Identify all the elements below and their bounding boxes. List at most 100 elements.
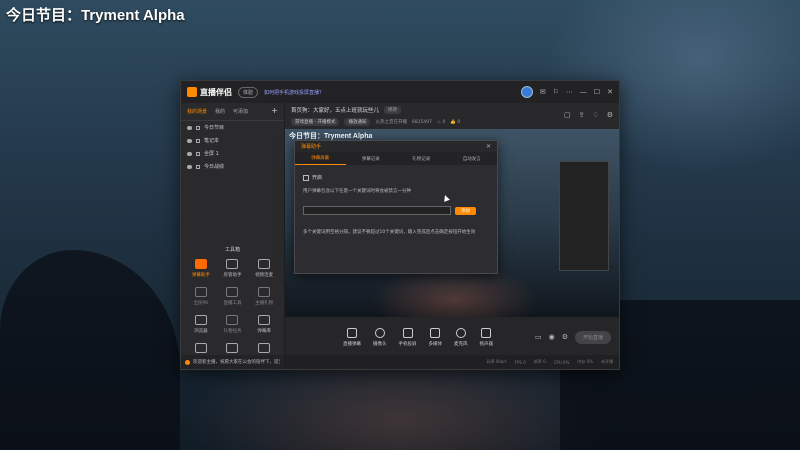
live-status: 未开播 [601,359,613,364]
media-icon [430,327,441,338]
start-live-button[interactable]: 开始直播 [574,330,611,344]
preview-inner-window [559,161,609,271]
notice-link[interactable]: 如何把手机游戏投屏直播？ [264,89,324,96]
screenshot-icon[interactable]: ▢ [564,111,571,119]
lock-icon[interactable] [196,138,200,143]
enable-checkbox[interactable] [303,174,309,181]
video-link-icon [258,259,271,269]
tool-gift[interactable]: 主播礼物 [248,287,280,306]
memory-status: 内存 0% [577,359,593,364]
eye-icon[interactable] [187,125,192,130]
block-description: 用户弹幕包含以下任意一个关键词时将会被禁言一分钟 [303,189,411,194]
scene-label: 全屏 1 [204,151,219,157]
keyword-note: 多个关键词用空格分隔，建议不要超过10个关键词，输入完成后点击确定按钮开始生效 [303,230,476,235]
more-icon [258,343,271,353]
danmu-icon [347,327,357,338]
status-bar: 码率 0kb/s FPS 0 帧率 0 CPU 0% 内存 0% 未开播 [285,355,619,369]
eye-icon[interactable] [187,164,192,169]
title-bar: 直播伴侣 体验 如何把手机游戏投屏直播？ ✉ ⚐ ⋯ — ☐ ✕ [181,81,619,103]
download-icon [226,287,239,297]
dialog-title: 弹幕助手 [301,144,322,150]
shirt-icon[interactable]: ⚐ [553,88,559,96]
tool-pk[interactable]: 全民PK [185,287,217,306]
warning-icon [185,359,190,365]
minimize-button[interactable]: — [580,88,587,96]
room-id: 6815497 [411,119,433,125]
scene-item[interactable]: 全屏 1 [181,147,284,160]
heat-count: ♨ 0 [437,119,446,125]
notify-chip[interactable]: 播放通知 [344,118,371,126]
camera-button[interactable]: 摄像头 [373,327,387,347]
dialog-title-bar[interactable]: 弹幕助手 ✕ [295,141,497,152]
close-button[interactable]: ✕ [607,88,613,96]
settings-icon[interactable]: ⚙ [607,111,613,119]
tab-danmu-block[interactable]: 弹幕屏蔽 [295,152,346,165]
keyword-input[interactable] [303,206,451,215]
tab-my-scenes[interactable]: 我的场景 [187,108,207,115]
tab-mine[interactable]: 我的 [215,108,225,115]
tool-room-manager[interactable]: 房管助手 [217,259,249,278]
menu-icon[interactable]: ⋯ [566,88,573,96]
tab-auto-speak[interactable]: 自动发言 [447,152,498,165]
record-icon[interactable]: ▭ [535,333,542,341]
scene-label: 笔记本 [204,138,220,144]
message-icon[interactable]: ✉ [540,88,546,96]
scene-label: 今日节目 [204,125,225,131]
virtual-icon [194,343,207,353]
tab-gift-record[interactable]: 礼物记录 [396,152,447,165]
camera-icon [374,327,385,338]
lock-icon[interactable] [196,125,200,130]
lock-icon[interactable] [196,164,200,169]
scene-item[interactable]: 今日节目 [181,121,284,134]
category-chip[interactable]: 游戏直播 - 开播模式 [291,118,340,126]
danmu-icon [194,259,207,269]
tool-live-tools[interactable]: 直播工具 [217,287,249,306]
tab-addable[interactable]: 可添加 [233,108,248,115]
share-icon[interactable]: ⇪ [579,111,585,119]
tool-video-link[interactable]: 视频连麦 [248,259,280,278]
phone-icon [402,327,413,338]
edit-button[interactable]: 修改 [384,106,402,114]
user-avatar[interactable] [520,86,533,98]
logo-icon [187,87,197,97]
sidebar-notice[interactable]: 欢迎新主播，祝愿大家在公会的陪伴下，适当的直播节奏不宜勤奋 [181,355,284,369]
eye-icon[interactable] [187,138,192,143]
version-badge[interactable]: 体验 [238,86,259,98]
scene-label: 今日战绩 [204,164,225,170]
toolbox-title: 工具箱 [224,247,240,253]
eye-icon[interactable] [187,151,192,156]
tab-danmu-record[interactable]: 弹幕记录 [346,152,397,165]
toolbox-grid: 弹幕助手 房管助手 视频连麦 全民PK 直播工具 主播礼物 浏览器 礼物任务 弹… [185,259,280,362]
danmu-assistant-dialog: 弹幕助手 ✕ 弹幕屏蔽 弹幕记录 礼物记录 自动发言 开启 用户弹幕包含以下任意… [294,140,498,274]
microphone-button[interactable]: 麦克风 [454,327,468,347]
danmu-button[interactable]: 直播弹幕 [343,327,361,347]
fps-status: FPS 0 [514,359,526,365]
settings-icon[interactable]: ⚙ [562,333,568,341]
browser-icon [194,315,207,325]
scene-item[interactable]: 笔记本 [181,134,284,147]
add-scene-button[interactable]: + [271,107,278,115]
pk-icon [194,287,207,297]
stream-info-bar: 首页狗：大家好，五点上班就玩些儿 修改 游戏直播 - 开播模式 播放通知 火热之… [285,103,619,129]
enable-label: 开启 [312,175,323,181]
speaker-button[interactable]: 扬声器 [480,327,493,347]
sidebar-tabs: 我的场景 我的 可添加 + [181,103,284,121]
speaker-icon [481,327,492,338]
eye-icon[interactable]: ◉ [549,333,555,341]
maximize-button[interactable]: ☐ [594,88,600,96]
phone-cast-button[interactable]: 手机投屏 [399,327,417,347]
lock-icon[interactable] [196,151,200,156]
enable-checkbox-row[interactable]: 开启 [303,174,489,181]
add-keyword-button[interactable]: 添加 [455,206,476,215]
tool-browser[interactable]: 浏览器 [185,315,217,334]
notification-icon[interactable]: ♢ [592,111,598,119]
sidebar: 我的场景 我的 可添加 + 今日节目 笔记本 全屏 1 今日战绩 工具箱 弹幕助… [181,103,285,369]
vote-icon [226,343,239,353]
dialog-close-icon[interactable]: ✕ [486,143,491,150]
tool-gift-task[interactable]: 礼物任务 [217,315,249,334]
like-count: 👍 0 [450,119,461,125]
media-button[interactable]: 多媒体 [429,327,442,347]
tool-danmu-assistant[interactable]: 弹幕助手 [185,259,217,278]
tool-danmu-library[interactable]: 弹幕库 [248,315,280,334]
scene-item[interactable]: 今日战绩 [181,160,284,173]
